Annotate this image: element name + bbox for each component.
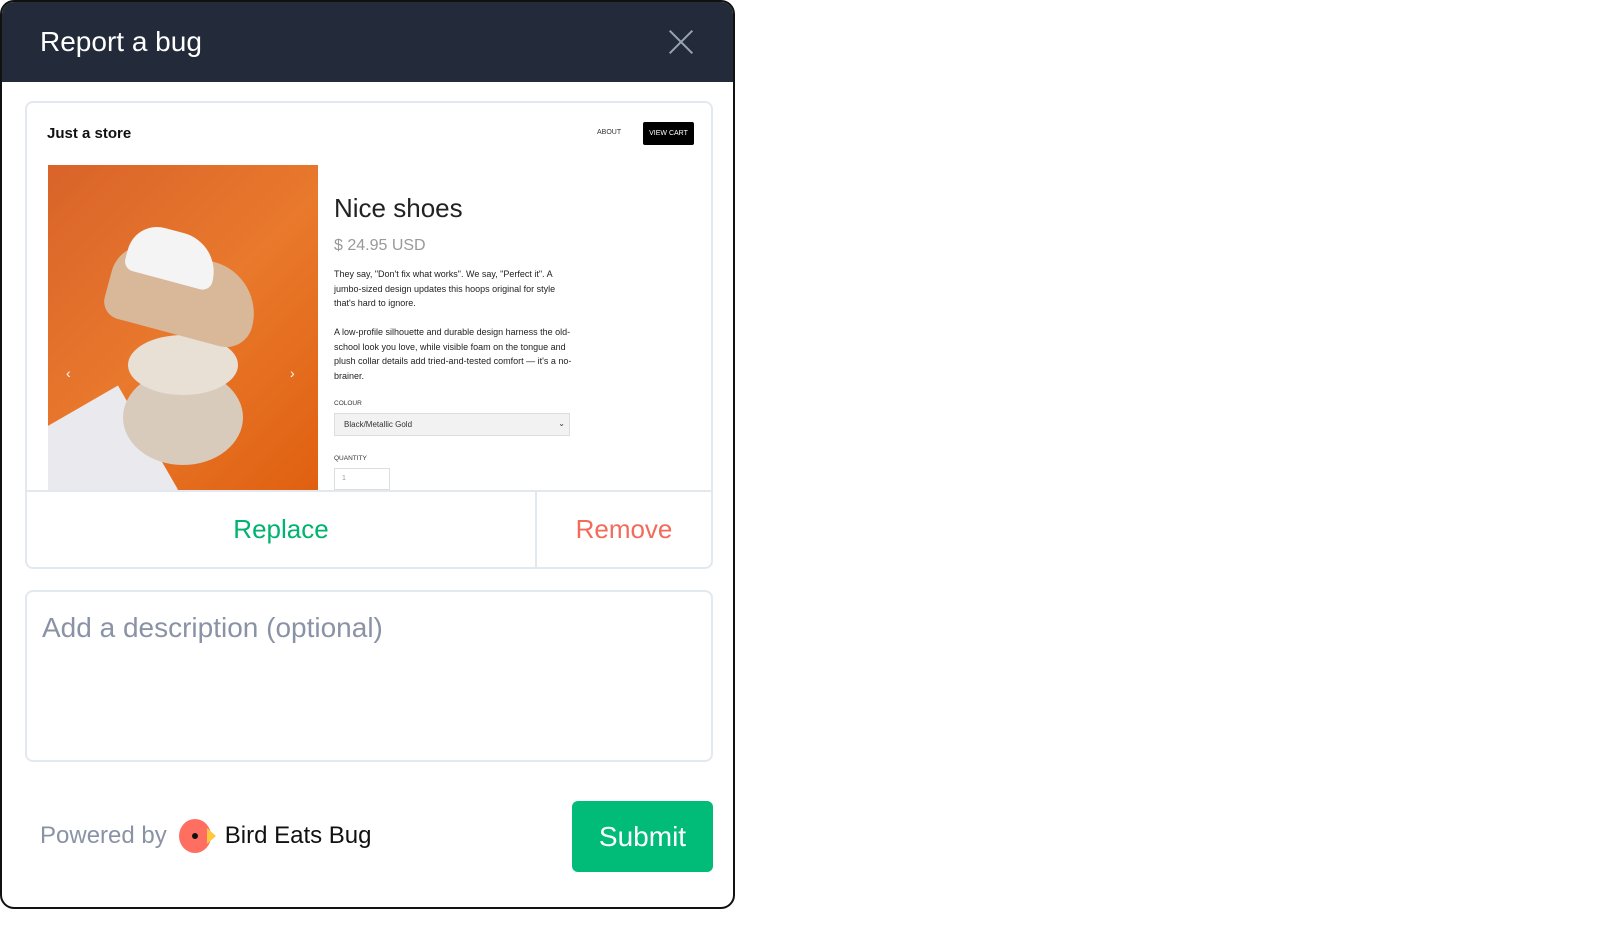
view-cart-button: VIEW CART bbox=[643, 122, 694, 145]
submit-button[interactable]: Submit bbox=[572, 801, 713, 872]
chevron-left-icon: ‹ bbox=[66, 365, 71, 381]
product-price: $ 24.95 USD bbox=[334, 237, 426, 254]
quantity-label: QUANTITY bbox=[334, 455, 367, 462]
powered-by-label: Powered by bbox=[40, 822, 167, 849]
remove-button[interactable]: Remove bbox=[537, 492, 711, 567]
store-name: Just a store bbox=[47, 125, 132, 142]
bird-eats-bug-logo-icon bbox=[178, 819, 217, 853]
close-icon[interactable] bbox=[667, 28, 695, 56]
chevron-right-icon: › bbox=[290, 365, 295, 381]
description-paragraph: A low-profile silhouette and durable des… bbox=[334, 327, 572, 381]
footer: Powered by Bird Eats Bug bbox=[40, 819, 372, 853]
screenshot-actions: Replace Remove bbox=[27, 492, 711, 567]
colour-label: COLOUR bbox=[334, 400, 362, 407]
dialog-title: Report a bug bbox=[40, 26, 202, 57]
product-description: They say, "Don't fix what works". We say… bbox=[334, 267, 574, 383]
product-image: ‹ › bbox=[48, 165, 318, 490]
replace-button[interactable]: Replace bbox=[27, 492, 537, 567]
brand-name[interactable]: Bird Eats Bug bbox=[225, 822, 372, 850]
colour-value: Black/Metallic Gold bbox=[344, 420, 413, 429]
quantity-input: 1 bbox=[334, 468, 390, 490]
description-input[interactable] bbox=[25, 590, 713, 762]
nav-about: ABOUT bbox=[597, 129, 622, 136]
screenshot-card: Just a store ABOUT VIEW CART ‹ › Nice sh… bbox=[25, 101, 713, 569]
dialog-header: Report a bug bbox=[2, 2, 733, 82]
description-paragraph: They say, "Don't fix what works". We say… bbox=[334, 269, 556, 308]
colour-select: Black/Metallic Gold ⌄ bbox=[334, 413, 570, 436]
chevron-down-icon: ⌄ bbox=[558, 419, 565, 428]
screenshot-preview: Just a store ABOUT VIEW CART ‹ › Nice sh… bbox=[27, 103, 711, 492]
shoe-image bbox=[100, 236, 266, 354]
product-name: Nice shoes bbox=[334, 193, 463, 223]
report-bug-dialog: Report a bug Just a store ABOUT VIEW CAR… bbox=[0, 0, 735, 909]
